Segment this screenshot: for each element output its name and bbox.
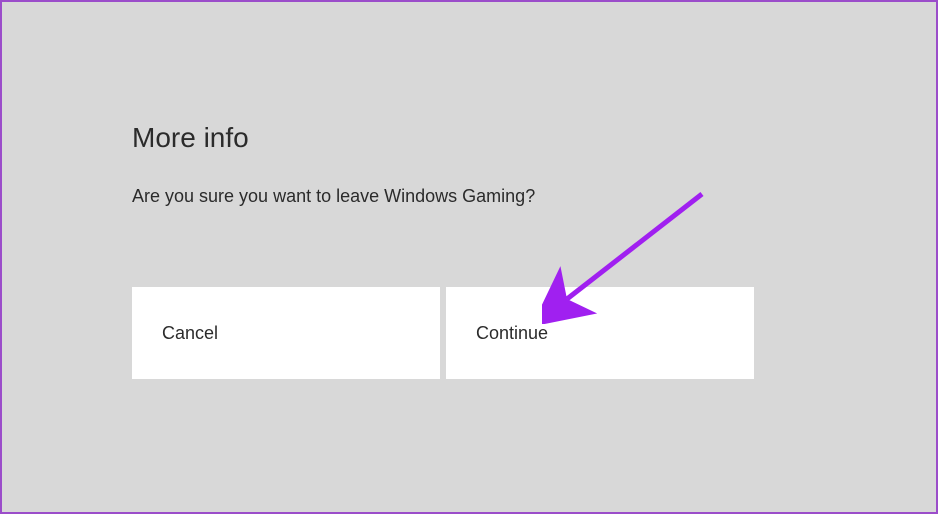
continue-button[interactable]: Continue [446, 287, 754, 379]
dialog-message: Are you sure you want to leave Windows G… [132, 186, 936, 207]
dialog-content: More info Are you sure you want to leave… [2, 2, 936, 379]
cancel-button-label: Cancel [162, 323, 218, 344]
button-row: Cancel Continue [132, 287, 936, 379]
dialog-frame: More info Are you sure you want to leave… [0, 0, 938, 514]
dialog-heading: More info [132, 122, 936, 154]
continue-button-label: Continue [476, 323, 548, 344]
cancel-button[interactable]: Cancel [132, 287, 440, 379]
